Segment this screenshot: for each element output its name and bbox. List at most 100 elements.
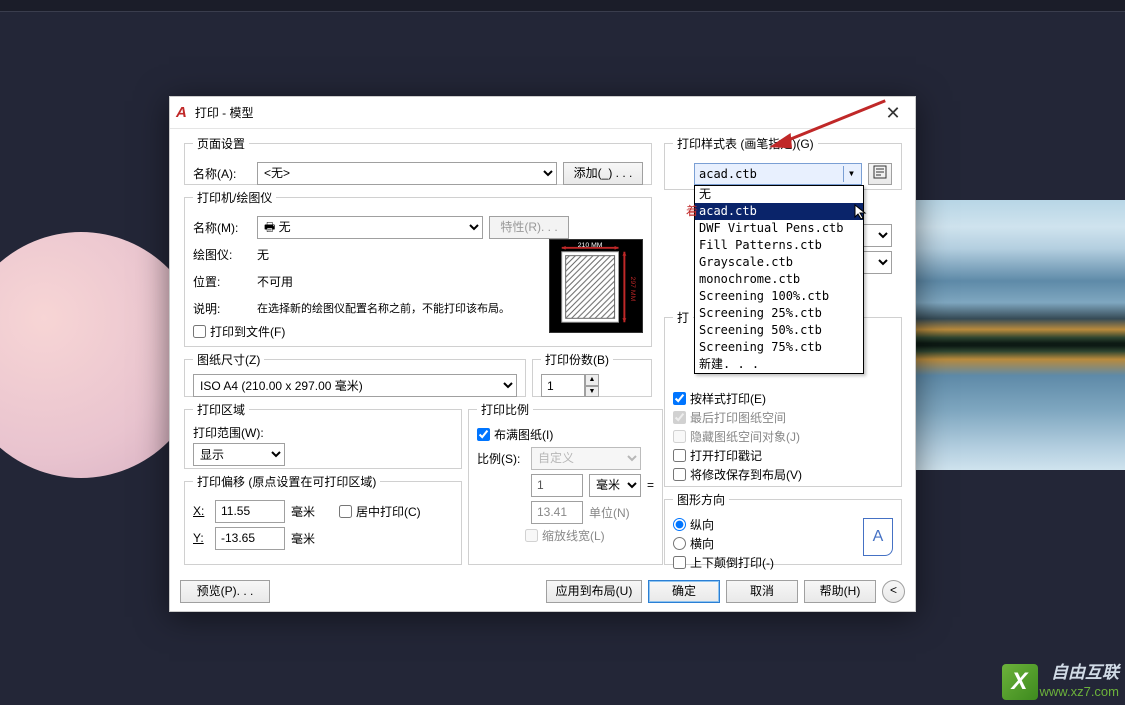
page-setup-group: 页面设置 名称(A): <无> 添加(_) . . . [184,135,652,185]
printer-name-label: 名称(M): [193,219,251,236]
scale-numerator-input [531,474,583,497]
plot-by-style-label: 按样式打印(E) [690,390,766,407]
portrait-label: 纵向 [690,516,714,533]
offset-x-unit: 毫米 [291,503,315,520]
mouse-cursor-icon [854,204,870,224]
save-changes-label: 将修改保存到布局(V) [690,466,802,483]
offset-y-input[interactable] [215,527,285,550]
svg-text:297 MM: 297 MM [629,277,636,302]
printer-name-select[interactable]: 🖶 无 [257,216,483,239]
watermark: X自由互联www.xz7.com [1002,664,1119,701]
upside-down-checkbox[interactable] [673,556,686,569]
dropdown-item[interactable]: Grayscale.ctb [695,254,863,271]
add-page-setup-button[interactable]: 添加(_) . . . [563,162,643,185]
plot-stamp-checkbox[interactable] [673,449,686,462]
desc-value: 在选择新的绘图仪配置名称之前，不能打印该布局。 [257,300,510,316]
orientation-group: 图形方向 纵向 横向 上下颠倒打印(-) A [664,491,902,565]
copies-up[interactable]: ▲ [585,374,599,386]
scale-lineweight-checkbox [525,529,538,542]
dropdown-item[interactable]: monochrome.ctb [695,271,863,288]
copies-input[interactable] [541,374,585,397]
where-value: 不可用 [257,273,293,290]
plot-range-select[interactable]: 显示 [193,443,285,466]
center-plot-checkbox[interactable] [339,505,352,518]
printer-properties-button[interactable]: 特性(R). . . [489,216,569,239]
paper-preview: 210 MM 297 MM [549,239,643,333]
plot-area-group: 打印区域 打印范围(W): 显示 [184,401,462,469]
cancel-button[interactable]: 取消 [726,580,798,603]
dialog-title: 打印 - 模型 [195,104,254,121]
chevron-down-icon[interactable]: ▾ [843,166,859,182]
hide-paperspace-checkbox [673,430,686,443]
print-to-file-label: 打印到文件(F) [210,323,285,340]
ok-button[interactable]: 确定 [648,580,720,603]
scale-ratio-select: 自定义 [531,447,641,470]
print-to-file-checkbox[interactable] [193,325,206,338]
dropdown-item[interactable]: 无 [695,186,863,203]
scale-denominator-input [531,501,583,524]
landscape-radio[interactable] [673,537,686,550]
titlebar: A 打印 - 模型 ✕ [170,97,915,129]
plot-offset-group: 打印偏移 (原点设置在可打印区域) X: 毫米 居中打印(C) Y: 毫米 [184,473,462,565]
apply-to-layout-button[interactable]: 应用到布局(U) [546,580,642,603]
where-label: 位置: [193,273,251,290]
desc-label: 说明: [193,300,251,317]
desktop-wallpaper [915,200,1125,470]
copies-down[interactable]: ▼ [585,386,599,398]
hide-paperspace-label: 隐藏图纸空间对象(J) [690,428,800,445]
svg-text:210 MM: 210 MM [578,242,603,249]
plot-options-legend: 打 [673,309,693,326]
dropdown-item[interactable]: DWF Virtual Pens.ctb [695,220,863,237]
fit-to-paper-label: 布满图纸(I) [494,426,553,443]
help-button[interactable]: 帮助(H) [804,580,876,603]
printer-legend: 打印机/绘图仪 [193,189,276,206]
expand-button[interactable]: < [882,580,905,603]
plot-last-paperspace-label: 最后打印图纸空间 [690,409,786,426]
page-name-select[interactable]: <无> [257,162,557,185]
plot-range-label: 打印范围(W): [193,424,453,441]
paper-size-select[interactable]: ISO A4 (210.00 x 297.00 毫米) [193,374,517,397]
dropdown-item[interactable]: Fill Patterns.ctb [695,237,863,254]
offset-x-input[interactable] [215,500,285,523]
close-button[interactable]: ✕ [879,99,907,127]
dropdown-item[interactable]: acad.ctb [695,203,863,220]
fit-to-paper-checkbox[interactable] [477,428,490,441]
paper-size-legend: 图纸尺寸(Z) [193,351,264,368]
paper-size-group: 图纸尺寸(Z) ISO A4 (210.00 x 297.00 毫米) [184,351,526,397]
dropdown-item[interactable]: 新建. . . [695,356,863,373]
offset-y-label: Y: [193,531,209,545]
scale-ratio-label: 比例(S): [477,450,525,467]
scale-unit-select[interactable]: 毫米 [589,474,641,497]
landscape-label: 横向 [690,535,714,552]
printer-group: 打印机/绘图仪 名称(M): 🖶 无 特性(R). . . 绘图仪: 无 位置:… [184,189,652,347]
save-changes-checkbox[interactable] [673,468,686,481]
upside-down-label: 上下颠倒打印(-) [690,554,774,571]
page-name-label: 名称(A): [193,165,251,182]
app-icon: A [176,104,187,121]
dropdown-item[interactable]: Screening 25%.ctb [695,305,863,322]
plot-area-legend: 打印区域 [193,401,249,418]
plot-last-paperspace-checkbox [673,411,686,424]
preview-button[interactable]: 预览(P). . . [180,580,270,603]
plot-style-combo[interactable]: acad.ctb ▾ [694,163,862,185]
print-dialog: A 打印 - 模型 ✕ 页面设置 名称(A): <无> 添加(_) . . . … [169,96,916,612]
offset-y-unit: 毫米 [291,530,315,547]
copies-group: 打印份数(B) ▲▼ [532,351,652,397]
scale-lineweight-label: 缩放线宽(L) [542,527,605,544]
plot-style-dropdown[interactable]: 无acad.ctbDWF Virtual Pens.ctbFill Patter… [694,185,864,374]
page-setup-legend: 页面设置 [193,135,249,152]
plot-scale-group: 打印比例 布满图纸(I) 比例(S): 自定义 毫米 = [468,401,663,565]
plot-scale-legend: 打印比例 [477,401,533,418]
plot-stamp-label: 打开打印戳记 [690,447,762,464]
plot-style-table-legend: 打印样式表 (画笔指定)(G) [673,135,818,152]
dropdown-item[interactable]: Screening 50%.ctb [695,322,863,339]
plot-by-style-checkbox[interactable] [673,392,686,405]
orientation-icon: A [863,518,893,556]
plot-offset-legend: 打印偏移 (原点设置在可打印区域) [193,473,380,490]
red-marker: 着 [686,202,698,219]
dropdown-item[interactable]: Screening 75%.ctb [695,339,863,356]
copies-legend: 打印份数(B) [541,351,613,368]
dropdown-item[interactable]: Screening 100%.ctb [695,288,863,305]
portrait-radio[interactable] [673,518,686,531]
plot-style-edit-button[interactable] [868,163,892,185]
